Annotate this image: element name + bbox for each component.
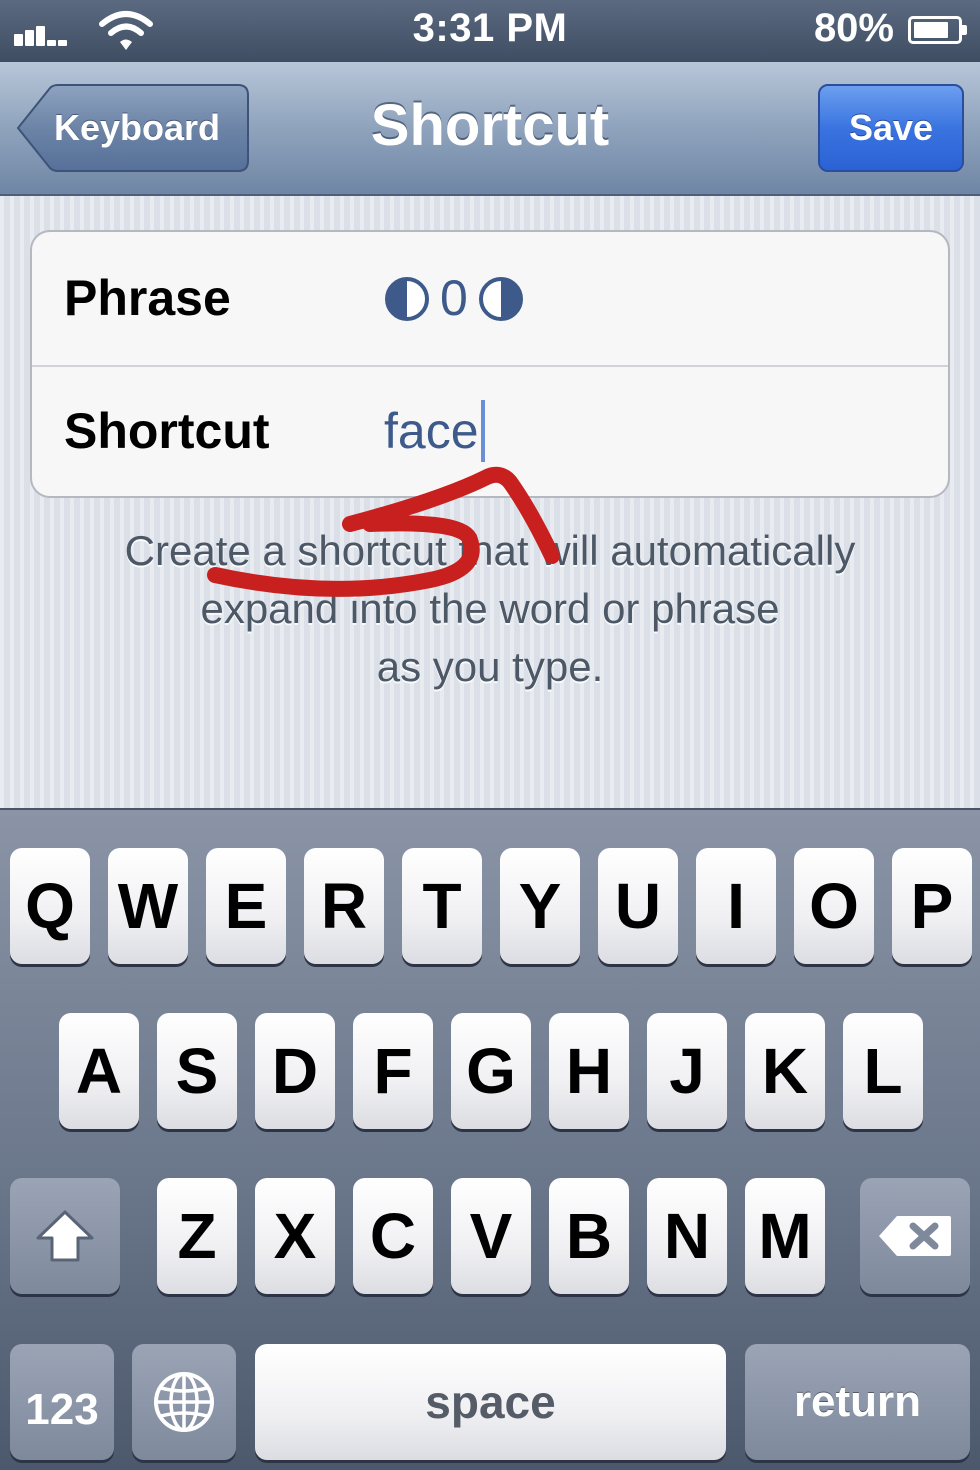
key-w[interactable]: W: [108, 848, 188, 964]
content-area: Phrase 0 Shortcut face Create a shortcut…: [0, 196, 980, 808]
key-u[interactable]: U: [598, 848, 678, 964]
key-c[interactable]: C: [353, 1178, 433, 1294]
key-j[interactable]: J: [647, 1013, 727, 1129]
key-x[interactable]: X: [255, 1178, 335, 1294]
battery-percent: 80%: [813, 6, 894, 50]
battery-fill: [914, 22, 948, 38]
page-title: Shortcut: [370, 93, 610, 158]
phrase-label: Phrase: [64, 270, 231, 326]
half-circle-left-icon: [385, 276, 429, 321]
helper-line-3: as you type.: [376, 643, 604, 690]
shortcut-form: Phrase 0 Shortcut face: [30, 230, 950, 498]
key-h[interactable]: H: [549, 1013, 629, 1129]
save-button[interactable]: Save: [818, 84, 964, 172]
key-a[interactable]: A: [59, 1013, 139, 1129]
key-f[interactable]: F: [353, 1013, 433, 1129]
key-v[interactable]: V: [451, 1178, 531, 1294]
numbers-key[interactable]: 123: [10, 1344, 114, 1460]
shortcut-row[interactable]: Shortcut face: [32, 365, 948, 498]
shift-icon: [36, 1210, 94, 1262]
key-q[interactable]: Q: [10, 848, 90, 964]
keyboard: QWERTYUIOP ASDFGHJKL ZXCVBNM 123 space r…: [0, 808, 980, 1470]
helper-line-2: expand into the word or phrase: [200, 585, 780, 632]
back-button[interactable]: Keyboard: [16, 84, 250, 172]
globe-key[interactable]: [132, 1344, 236, 1460]
text-cursor: [480, 399, 485, 462]
shortcut-value: face: [384, 403, 479, 459]
key-s[interactable]: S: [157, 1013, 237, 1129]
phrase-value: 0: [440, 270, 468, 326]
numbers-key-label: 123: [25, 1385, 99, 1434]
key-l[interactable]: L: [843, 1013, 923, 1129]
delete-key[interactable]: [860, 1178, 970, 1294]
key-y[interactable]: Y: [500, 848, 580, 964]
key-d[interactable]: D: [255, 1013, 335, 1129]
phrase-row[interactable]: Phrase 0: [32, 232, 948, 367]
half-circle-right-icon: [478, 276, 523, 321]
key-p[interactable]: P: [892, 848, 972, 964]
delete-icon: [879, 1216, 951, 1256]
key-e[interactable]: E: [206, 848, 286, 964]
key-g[interactable]: G: [451, 1013, 531, 1129]
phrase-field[interactable]: 0: [384, 232, 524, 365]
battery-icon: [908, 16, 967, 44]
key-m[interactable]: M: [745, 1178, 825, 1294]
helper-line-1: Create a shortcut that will automaticall…: [124, 527, 856, 574]
key-n[interactable]: N: [647, 1178, 727, 1294]
helper-text: Create a shortcut that will automaticall…: [40, 522, 940, 696]
key-z[interactable]: Z: [157, 1178, 237, 1294]
back-button-label: Keyboard: [54, 107, 221, 148]
key-r[interactable]: R: [304, 848, 384, 964]
key-k[interactable]: K: [745, 1013, 825, 1129]
shortcut-label: Shortcut: [64, 403, 270, 459]
globe-icon: [154, 1372, 214, 1432]
key-o[interactable]: O: [794, 848, 874, 964]
key-i[interactable]: I: [696, 848, 776, 964]
key-t[interactable]: T: [402, 848, 482, 964]
space-key[interactable]: space: [255, 1344, 726, 1460]
key-b[interactable]: B: [549, 1178, 629, 1294]
navigation-bar: Keyboard Shortcut Save: [0, 62, 980, 196]
return-key[interactable]: return: [745, 1344, 970, 1460]
shift-key[interactable]: [10, 1178, 120, 1294]
shortcut-field[interactable]: face: [384, 365, 485, 498]
status-bar: 3:31 PM 80%: [0, 0, 980, 62]
